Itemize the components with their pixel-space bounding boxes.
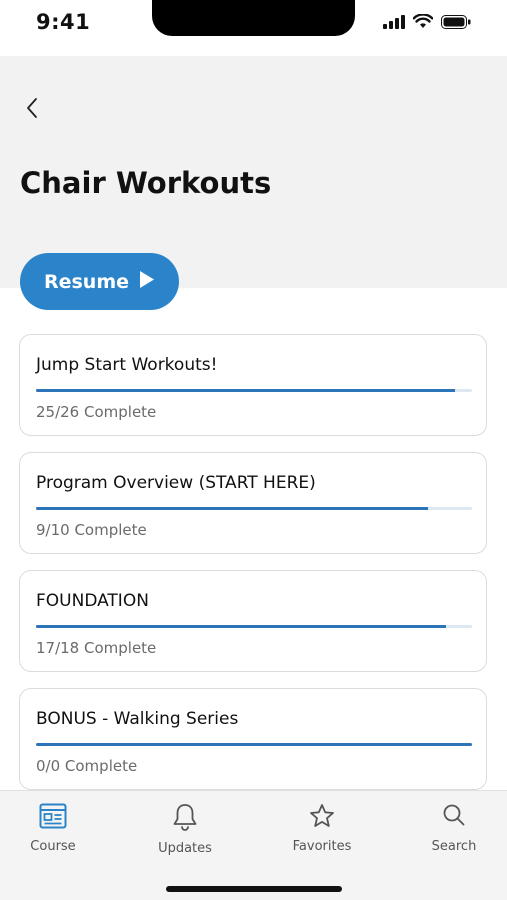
status-icons [383, 13, 471, 33]
bottom-tab-bar: Course Updates Favorites Search [0, 790, 507, 900]
module-progress-fill [36, 625, 446, 628]
status-bar: 9:41 [0, 0, 507, 56]
signal-icon [383, 14, 405, 33]
back-button[interactable] [20, 96, 44, 124]
module-card[interactable]: Jump Start Workouts! 25/26 Complete [19, 334, 487, 436]
tab-favorites[interactable]: Favorites [277, 803, 367, 854]
home-indicator [166, 886, 342, 892]
module-status: 25/26 Complete [36, 403, 157, 421]
chevron-left-icon [25, 97, 39, 123]
module-title: Program Overview (START HERE) [36, 473, 316, 493]
module-card[interactable]: FOUNDATION 17/18 Complete [19, 570, 487, 672]
module-progress-bar [36, 743, 472, 746]
module-status: 0/0 Complete [36, 757, 138, 775]
module-progress-fill [36, 743, 472, 746]
module-progress-bar [36, 389, 472, 392]
tab-search[interactable]: Search [409, 803, 499, 854]
device-notch [152, 0, 355, 36]
tab-course[interactable]: Course [8, 803, 98, 854]
module-card[interactable]: Program Overview (START HERE) 9/10 Compl… [19, 452, 487, 554]
resume-label: Resume [43, 270, 130, 293]
resume-button[interactable]: Resume [20, 253, 179, 310]
module-progress-fill [36, 507, 429, 510]
module-status: 17/18 Complete [36, 639, 157, 657]
module-title: Jump Start Workouts! [36, 355, 218, 375]
tab-updates[interactable]: Updates [140, 803, 230, 856]
wifi-icon [412, 13, 434, 33]
module-card[interactable]: BONUS - Walking Series 0/0 Complete [19, 688, 487, 790]
search-icon [442, 803, 466, 833]
module-status: 9/10 Complete [36, 521, 147, 539]
module-title: FOUNDATION [36, 591, 149, 611]
status-time: 9:41 [36, 10, 91, 34]
module-progress-fill [36, 389, 455, 392]
star-icon [309, 803, 335, 833]
play-icon [139, 270, 155, 294]
tab-label: Course [30, 839, 76, 854]
page-title: Chair Workouts [20, 166, 272, 200]
tab-label: Updates [158, 841, 212, 856]
battery-icon [441, 14, 471, 33]
tab-label: Search [431, 839, 477, 854]
bell-icon [172, 803, 198, 835]
module-list: Jump Start Workouts! 25/26 Complete Prog… [19, 334, 489, 806]
course-icon [39, 803, 67, 833]
tab-label: Favorites [292, 839, 352, 854]
module-progress-bar [36, 507, 472, 510]
module-progress-bar [36, 625, 472, 628]
module-title: BONUS - Walking Series [36, 709, 239, 729]
